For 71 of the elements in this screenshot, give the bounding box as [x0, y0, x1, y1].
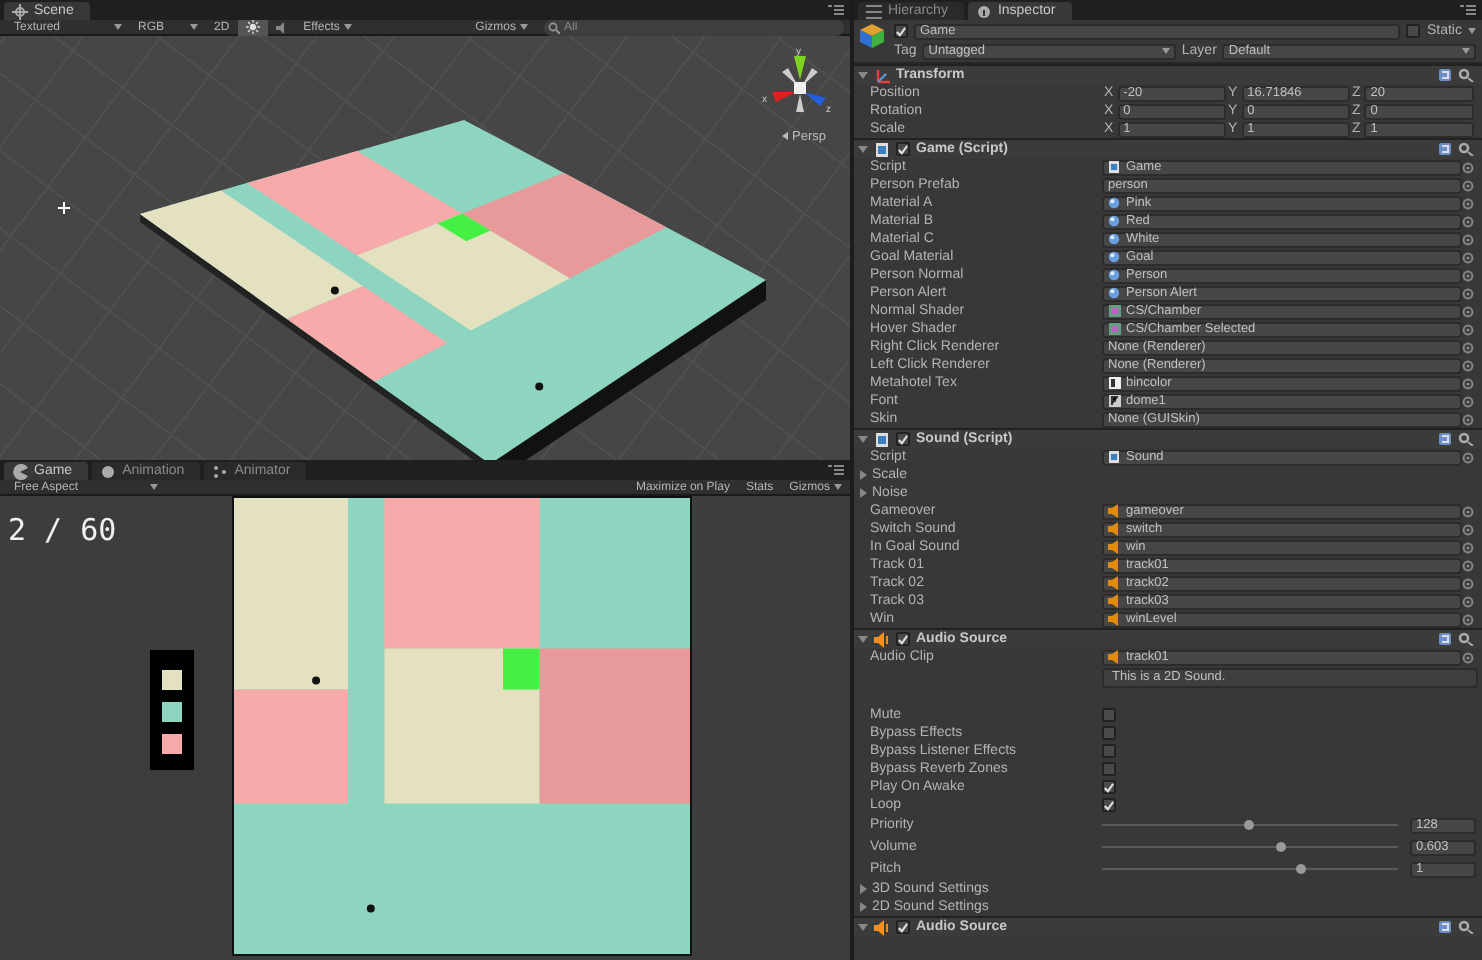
- script-icon: [874, 431, 890, 447]
- transform-icon: [874, 67, 890, 83]
- checkbox[interactable]: [1102, 798, 1116, 812]
- foldout-arrow-icon[interactable]: [858, 144, 868, 154]
- enabled-checkbox[interactable]: [896, 632, 910, 646]
- enabled-checkbox[interactable]: [896, 432, 910, 446]
- object-picker-icon[interactable]: [1462, 451, 1474, 463]
- checkbox[interactable]: [1102, 708, 1116, 722]
- static-checkbox[interactable]: [1406, 24, 1421, 38]
- check-icon: [898, 921, 908, 933]
- tab-icon: [866, 3, 882, 19]
- caret-icon: [1462, 48, 1470, 54]
- tab-icon: [12, 3, 28, 19]
- panel-menu-icon[interactable]: [828, 4, 844, 16]
- foldout-arrow-icon[interactable]: [858, 434, 868, 444]
- caret-icon: [1468, 28, 1476, 34]
- font-icon: [1108, 394, 1122, 408]
- slider-thumb[interactable]: [1275, 842, 1286, 852]
- foldout-arrow-icon[interactable]: [858, 488, 868, 498]
- checkbox[interactable]: [1102, 744, 1116, 758]
- axis-gizmo-icon[interactable]: [772, 56, 826, 112]
- search-icon: [548, 21, 560, 33]
- slider-track[interactable]: [1102, 862, 1398, 876]
- enabled-checkbox[interactable]: [896, 142, 910, 156]
- foldout-arrow-icon[interactable]: [858, 922, 868, 932]
- tab-icon: [12, 463, 28, 479]
- checkbox[interactable]: [1102, 762, 1116, 776]
- checkbox[interactable]: [1102, 780, 1116, 794]
- caret-icon: [114, 24, 122, 30]
- script-icon: [1108, 160, 1122, 174]
- help-book-icon[interactable]: [1438, 920, 1452, 934]
- help-book-icon[interactable]: [1438, 68, 1452, 82]
- check-icon: [898, 143, 908, 155]
- foldout-arrow-icon[interactable]: [858, 884, 868, 894]
- panel-menu-icon[interactable]: [828, 464, 844, 476]
- tab-icon: [212, 463, 229, 479]
- caret-icon: [834, 484, 842, 490]
- foldout-arrow-icon[interactable]: [858, 470, 868, 480]
- active-checkbox[interactable]: [894, 24, 908, 38]
- caret-icon: [190, 24, 198, 30]
- checkbox[interactable]: [1102, 726, 1116, 740]
- object-picker-icon[interactable]: [1462, 651, 1474, 663]
- foldout-arrow-icon[interactable]: [858, 634, 868, 644]
- sun-icon: [245, 20, 260, 34]
- speaker-icon: [874, 631, 890, 647]
- slider-track[interactable]: [1102, 818, 1398, 832]
- script-icon: [1108, 450, 1122, 464]
- check-icon: [896, 25, 906, 37]
- slider-thumb[interactable]: [1296, 864, 1307, 874]
- help-book-icon[interactable]: [1438, 632, 1452, 646]
- help-book-icon[interactable]: [1438, 142, 1452, 156]
- panel-menu-icon[interactable]: [1460, 4, 1476, 16]
- caret-icon: [150, 484, 158, 490]
- caret-icon: [343, 24, 352, 30]
- score-text: 2 / 60: [8, 512, 117, 548]
- light-icon: [57, 201, 71, 215]
- help-book-icon[interactable]: [1438, 432, 1452, 446]
- image-icon: [1108, 376, 1122, 390]
- check-icon: [898, 433, 908, 445]
- foldout-arrow-icon[interactable]: [858, 70, 868, 80]
- speaker-icon: [874, 919, 890, 935]
- script-icon: [874, 141, 890, 157]
- foldout-arrow-icon[interactable]: [858, 902, 868, 912]
- caret-icon: [1161, 48, 1170, 54]
- tab-icon: [100, 463, 117, 479]
- slider-thumb[interactable]: [1243, 820, 1254, 830]
- cube-icon: [858, 22, 886, 50]
- caret-icon: [520, 24, 528, 30]
- enabled-checkbox[interactable]: [896, 920, 910, 934]
- slider-track[interactable]: [1102, 840, 1398, 854]
- check-icon: [898, 633, 908, 645]
